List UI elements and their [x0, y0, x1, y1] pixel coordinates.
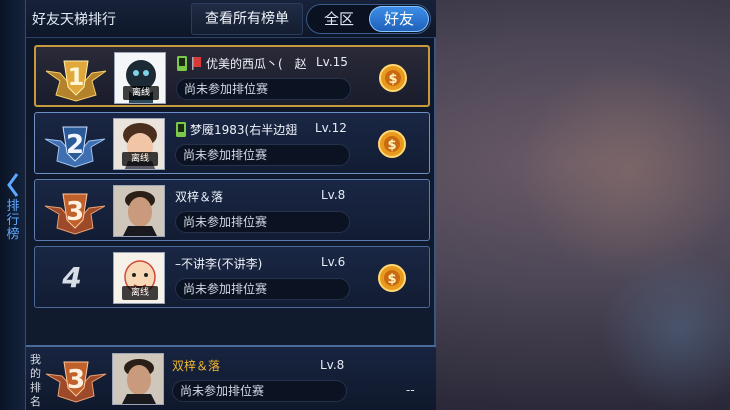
rank-number: 4	[62, 261, 82, 294]
my-player-name: 双梓＆落	[172, 358, 221, 373]
player-name: –不讲李(不讲李)	[175, 256, 263, 271]
send-coin-icon[interactable]: $	[377, 263, 407, 293]
avatar[interactable]: 离线	[113, 118, 165, 170]
phone-icon	[177, 55, 187, 71]
svg-text:3: 3	[66, 197, 84, 227]
list-item[interactable]: 3 双梓＆落 Lv.8 尚未参加排位赛	[34, 179, 430, 241]
svg-text:$: $	[387, 138, 396, 153]
scope-toggle: 全区 好友	[306, 4, 431, 34]
rank-status: 尚未参加排位赛	[175, 211, 350, 233]
avatar[interactable]: 离线	[113, 252, 165, 304]
svg-text:1: 1	[68, 63, 85, 91]
my-player-level: Lv.8	[320, 358, 345, 372]
list-item[interactable]: 1 离线 优美的西瓜丶( 赵 Lv.15 尚未参加排位赛 $	[34, 45, 430, 107]
player-name: 优美的西瓜丶( 赵	[206, 56, 307, 71]
rank-1-gold-badge-icon: 1	[45, 60, 107, 102]
rank-status: 尚未参加排位赛	[176, 78, 351, 100]
phone-icon	[176, 121, 186, 137]
player-level: Lv.12	[315, 121, 347, 135]
offline-badge: 离线	[122, 152, 158, 166]
list-item[interactable]: 4 离线 –不讲李(不讲李) Lv.6 尚未参加排位赛 $	[34, 246, 430, 308]
side-tab-label: 排行榜	[6, 199, 20, 242]
my-rank-value: --	[406, 383, 415, 397]
rank-status: 尚未参加排位赛	[175, 278, 350, 300]
my-rank-bar: 我的排名 3 双梓＆落 Lv.8 尚未参加排位赛 --	[26, 345, 436, 410]
svg-text:2: 2	[66, 130, 84, 160]
player-level: Lv.8	[321, 188, 346, 202]
side-tab-ranking[interactable]: 排行榜	[0, 0, 26, 410]
send-coin-icon[interactable]: $	[378, 63, 408, 93]
avatar[interactable]	[113, 185, 165, 237]
leaderboard-panel: 好友天梯排行 查看所有榜单 全区 好友 1 离线 优美的西瓜丶(赵 Lv.15…	[26, 0, 436, 410]
avatar-image	[114, 186, 164, 236]
svg-text:$: $	[387, 272, 396, 287]
avatar-image	[113, 354, 163, 404]
player-level: Lv.15	[316, 55, 348, 69]
rank-3-bronze-badge-icon: 3	[45, 361, 107, 403]
header-bar: 好友天梯排行 查看所有榜单 全区 好友	[26, 0, 436, 38]
rank-2-silver-badge-icon: 2	[44, 126, 106, 168]
player-name-line: 双梓＆落	[172, 356, 220, 374]
player-name: 梦魇1983(右半边翅	[190, 122, 298, 137]
tab-all-server[interactable]: 全区	[309, 6, 369, 32]
player-level: Lv.6	[321, 255, 346, 269]
rank-3-bronze-badge-icon: 3	[44, 193, 106, 235]
player-name-line: 双梓＆落	[175, 187, 223, 205]
list-item[interactable]: 2 离线 梦魇1983(右半边翅 Lv.12 尚未参加排位赛 $	[34, 112, 430, 174]
view-all-rankings-button[interactable]: 查看所有榜单	[191, 3, 303, 35]
background-glow	[520, 60, 730, 280]
player-name: 双梓＆落	[175, 189, 224, 204]
avatar[interactable]: 离线	[114, 52, 166, 104]
tab-friends[interactable]: 好友	[369, 6, 429, 32]
chevron-left-icon	[7, 173, 19, 197]
offline-badge: 离线	[122, 286, 158, 300]
svg-text:3: 3	[67, 365, 85, 395]
player-name-line: –不讲李(不讲李)	[175, 254, 262, 272]
svg-text:$: $	[388, 72, 397, 87]
rank-status: 尚未参加排位赛	[175, 144, 350, 166]
page-title: 好友天梯排行	[32, 12, 116, 28]
send-coin-icon[interactable]: $	[377, 129, 407, 159]
player-name-line: 优美的西瓜丶( 赵	[176, 54, 307, 72]
avatar[interactable]	[112, 353, 164, 405]
offline-badge: 离线	[123, 86, 159, 100]
player-name-line: 梦魇1983(右半边翅	[175, 120, 297, 138]
my-rank-status: 尚未参加排位赛	[172, 380, 347, 402]
vip-flag-icon	[192, 56, 201, 70]
